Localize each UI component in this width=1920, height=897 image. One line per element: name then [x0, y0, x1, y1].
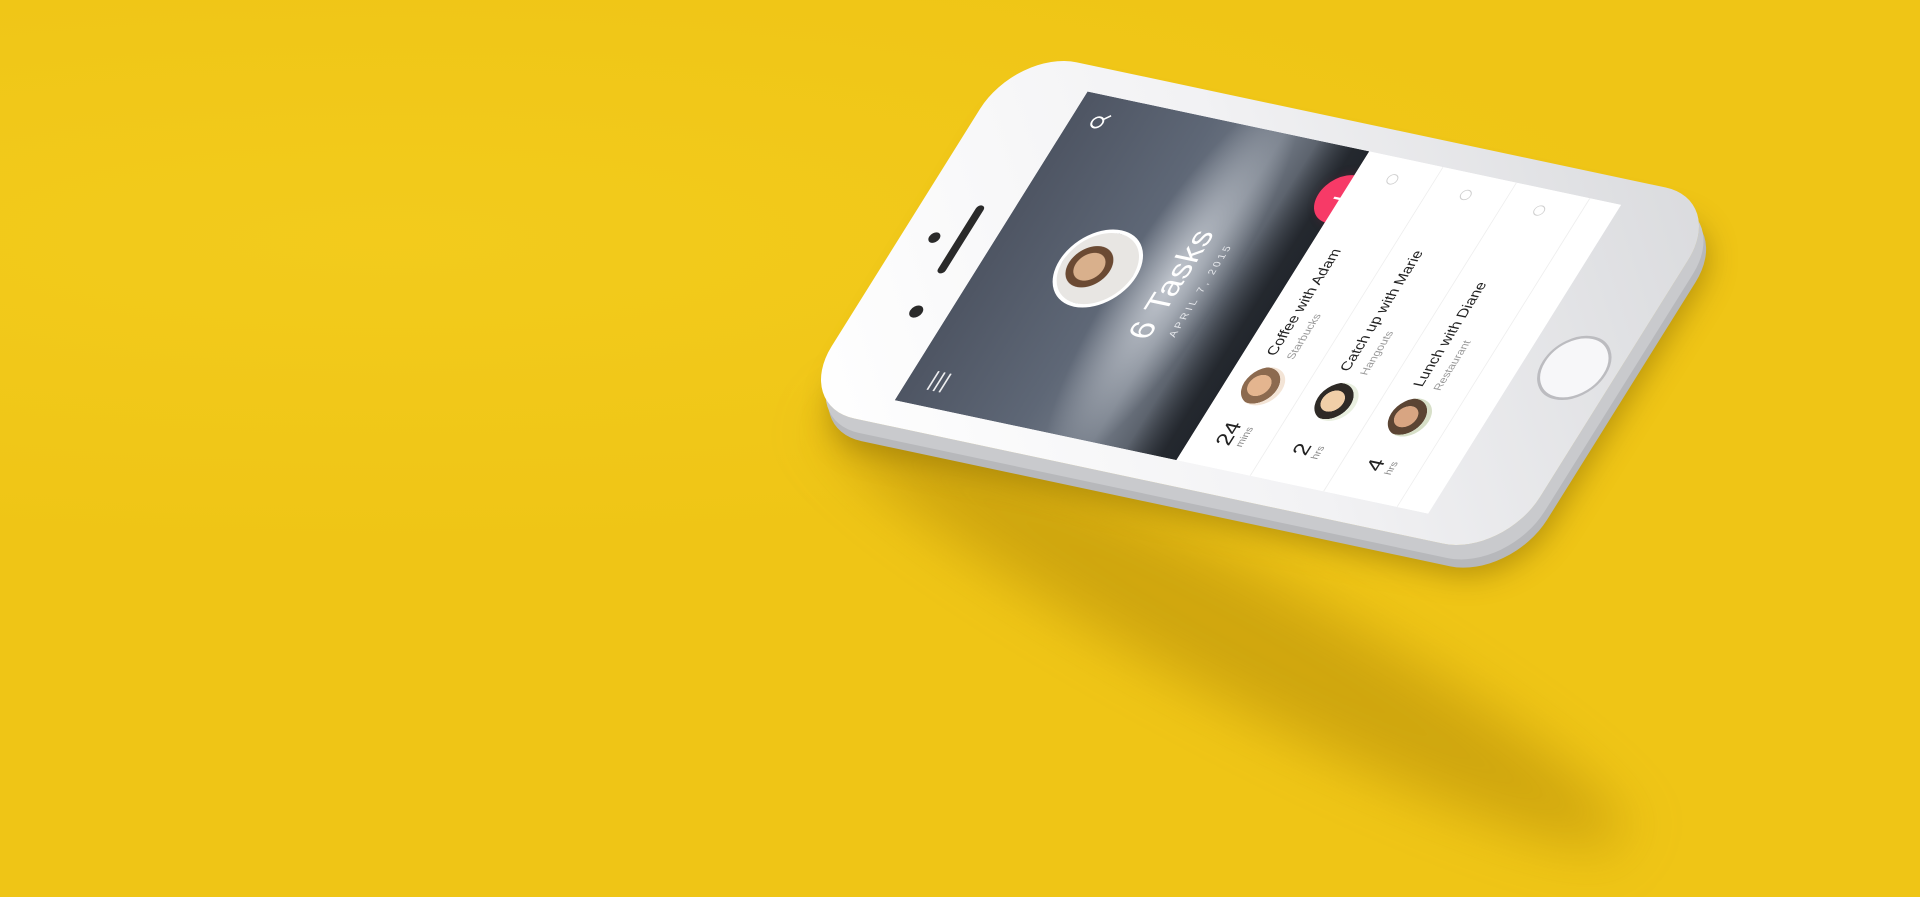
search-icon[interactable]	[1086, 111, 1114, 132]
hamburger-icon[interactable]	[926, 370, 952, 393]
avatar	[1379, 394, 1441, 441]
status-dot[interactable]	[1530, 204, 1548, 217]
app-screen: 6 Tasks APRIL 7, 2015 + 24 mins Coffee w…	[894, 91, 1622, 514]
task-duration: 2 hrs	[1279, 427, 1336, 473]
task-duration: 4 hrs	[1352, 443, 1409, 489]
avatar	[1306, 379, 1367, 425]
avatar	[1232, 363, 1294, 409]
camera-dot	[926, 231, 943, 244]
status-dot[interactable]	[1457, 188, 1475, 202]
front-camera	[906, 304, 926, 319]
status-dot[interactable]	[1384, 173, 1401, 186]
phone-mockup: 6 Tasks APRIL 7, 2015 + 24 mins Coffee w…	[794, 18, 1726, 578]
phone-body: 6 Tasks APRIL 7, 2015 + 24 mins Coffee w…	[794, 49, 1726, 557]
task-duration: 24 mins	[1205, 412, 1262, 458]
home-button[interactable]	[1523, 329, 1626, 406]
